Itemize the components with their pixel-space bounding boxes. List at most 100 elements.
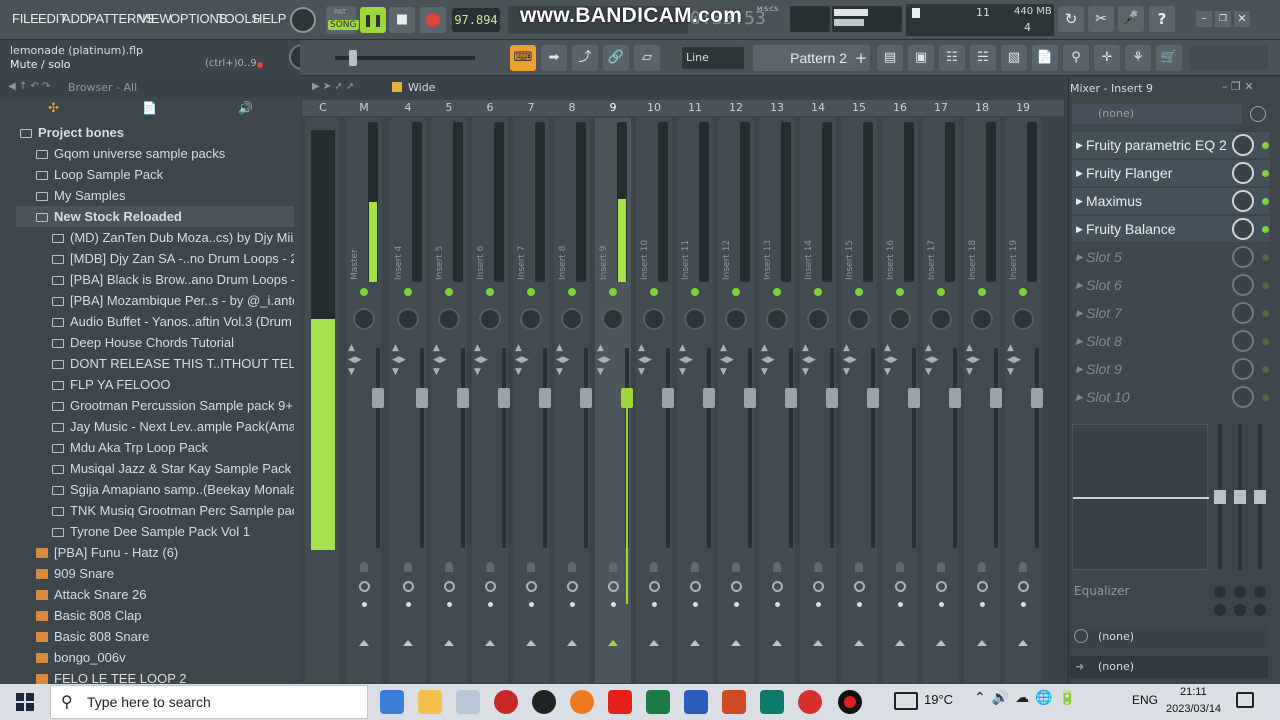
channel-name[interactable]: Insert 11 bbox=[681, 240, 691, 280]
slot-enable-led[interactable] bbox=[1262, 226, 1269, 233]
volume-fader-track[interactable] bbox=[912, 348, 916, 548]
route-arrow-icon[interactable] bbox=[772, 640, 782, 646]
powerpoint-icon[interactable] bbox=[722, 690, 746, 714]
snipping-tool-icon[interactable] bbox=[456, 690, 480, 714]
route-knob-icon[interactable] bbox=[731, 581, 742, 592]
typing-keyboard-icon[interactable]: ⌨ bbox=[510, 45, 536, 71]
stereo-separation-icon[interactable]: ▲ ◀▶ ▼ bbox=[597, 342, 611, 378]
link-icon[interactable]: 🔗 bbox=[603, 45, 629, 71]
pan-knob[interactable] bbox=[807, 308, 829, 330]
weather-icon[interactable] bbox=[894, 692, 918, 710]
taskbar-search[interactable]: ⚲ Type here to search bbox=[50, 685, 368, 719]
route-knob-icon[interactable] bbox=[485, 581, 496, 592]
eq-knobs[interactable] bbox=[1212, 584, 1268, 618]
mute-led[interactable] bbox=[445, 288, 453, 296]
route-knob-icon[interactable] bbox=[567, 581, 578, 592]
slot-expand-icon[interactable]: ▶ bbox=[1076, 160, 1083, 186]
volume-fader-track[interactable] bbox=[543, 348, 547, 548]
browser-folder-item[interactable]: TNK Musiq Grootman Perc Sample pack bbox=[16, 500, 294, 521]
bandicam-icon[interactable] bbox=[838, 690, 862, 714]
browser-folder-item[interactable]: My Samples bbox=[16, 185, 294, 206]
help-icon[interactable]: ? bbox=[1149, 6, 1175, 32]
stereo-separation-icon[interactable]: ▲ ◀▶ ▼ bbox=[802, 342, 816, 378]
route-knob-icon[interactable] bbox=[403, 581, 414, 592]
volume-fader-handle[interactable] bbox=[744, 388, 756, 408]
pan-knob[interactable] bbox=[971, 308, 993, 330]
channel-name[interactable]: Insert 13 bbox=[763, 240, 773, 280]
mute-led[interactable] bbox=[814, 288, 822, 296]
channel-name[interactable]: Insert 5 bbox=[435, 246, 445, 280]
pan-knob[interactable] bbox=[930, 308, 952, 330]
sidechain-icon[interactable] bbox=[855, 562, 863, 572]
channel-name[interactable]: Insert 6 bbox=[476, 246, 486, 280]
channel-name[interactable]: Insert 10 bbox=[640, 240, 650, 280]
mute-led[interactable] bbox=[568, 288, 576, 296]
close-button[interactable]: ✕ bbox=[1234, 11, 1250, 27]
browser-speaker-icon[interactable]: 🔊 bbox=[238, 101, 253, 115]
mute-led[interactable] bbox=[404, 288, 412, 296]
slot-expand-icon[interactable]: ▶ bbox=[1076, 244, 1083, 270]
slot-mix-knob[interactable] bbox=[1232, 246, 1254, 268]
record-arm-dot[interactable] bbox=[980, 602, 985, 607]
sidechain-icon[interactable] bbox=[1019, 562, 1027, 572]
record-arm-dot[interactable] bbox=[570, 602, 575, 607]
insert-input-clock-icon[interactable] bbox=[1250, 106, 1266, 122]
slot-mix-knob[interactable] bbox=[1232, 190, 1254, 212]
route-knob-icon[interactable] bbox=[895, 581, 906, 592]
browser-file-item[interactable]: Attack Snare 26 bbox=[16, 584, 294, 605]
slot-enable-led[interactable] bbox=[1262, 254, 1269, 261]
pattern-selector[interactable]: Pattern 2 bbox=[753, 45, 857, 71]
channel-name[interactable]: Insert 15 bbox=[845, 240, 855, 280]
play-button[interactable]: ❚❚ bbox=[360, 7, 386, 33]
stereo-separation-icon[interactable]: ▲ ◀▶ ▼ bbox=[720, 342, 734, 378]
route-arrow-icon[interactable] bbox=[895, 640, 905, 646]
playlist-icon[interactable]: ▤ bbox=[877, 45, 903, 71]
stereo-separation-icon[interactable]: ▲ ◀▶ ▼ bbox=[433, 342, 447, 378]
slot-enable-led[interactable] bbox=[1262, 310, 1269, 317]
channel-name[interactable]: Insert 17 bbox=[927, 240, 937, 280]
sidechain-icon[interactable] bbox=[486, 562, 494, 572]
windows-start-icon[interactable] bbox=[16, 693, 34, 711]
record-arm-dot[interactable] bbox=[775, 602, 780, 607]
stereo-separation-icon[interactable]: ▲ ◀▶ ▼ bbox=[761, 342, 775, 378]
stereo-separation-icon[interactable]: ▲ ◀▶ ▼ bbox=[925, 342, 939, 378]
weather-temp[interactable]: 19°C bbox=[924, 692, 953, 707]
volume-fader-handle[interactable] bbox=[949, 388, 961, 408]
mute-led[interactable] bbox=[360, 288, 368, 296]
volume-fader-track[interactable] bbox=[789, 348, 793, 548]
route-knob-icon[interactable] bbox=[608, 581, 619, 592]
volume-fader-track[interactable] bbox=[584, 348, 588, 548]
route-arrow-icon[interactable] bbox=[690, 640, 700, 646]
sidechain-icon[interactable] bbox=[404, 562, 412, 572]
pan-knob[interactable] bbox=[602, 308, 624, 330]
song-mode-toggle[interactable]: PAT SONG bbox=[326, 6, 359, 34]
browser-folder-item[interactable]: Gqom universe sample packs bbox=[16, 143, 294, 164]
sidechain-icon[interactable] bbox=[360, 562, 368, 572]
stereo-separation-icon[interactable]: ▲ ◀▶ ▼ bbox=[474, 342, 488, 378]
volume-fader-handle[interactable] bbox=[621, 388, 633, 408]
step-edit-icon[interactable]: ➡ bbox=[541, 45, 567, 71]
route-knob-icon[interactable] bbox=[526, 581, 537, 592]
record-arm-dot[interactable] bbox=[693, 602, 698, 607]
record-arm-dot[interactable] bbox=[857, 602, 862, 607]
tempo-display[interactable]: 97.894 bbox=[452, 8, 500, 32]
stereo-separation-icon[interactable]: ▲ ◀▶ ▼ bbox=[348, 342, 362, 378]
slot-enable-led[interactable] bbox=[1262, 282, 1269, 289]
volume-fader-handle[interactable] bbox=[416, 388, 428, 408]
route-arrow-icon[interactable] bbox=[444, 640, 454, 646]
sidechain-icon[interactable] bbox=[978, 562, 986, 572]
stop-button[interactable]: ■ bbox=[389, 7, 415, 33]
stereo-separation-icon[interactable]: ▲ ◀▶ ▼ bbox=[679, 342, 693, 378]
stereo-separation-icon[interactable]: ▲ ◀▶ ▼ bbox=[966, 342, 980, 378]
sidechain-icon[interactable] bbox=[609, 562, 617, 572]
browser-folder-item[interactable]: Loop Sample Pack bbox=[16, 164, 294, 185]
stereo-separation-icon[interactable]: ▲ ◀▶ ▼ bbox=[843, 342, 857, 378]
pan-knob[interactable] bbox=[479, 308, 501, 330]
route-knob-icon[interactable] bbox=[1018, 581, 1029, 592]
record-arm-dot[interactable] bbox=[406, 602, 411, 607]
slot-mix-knob[interactable] bbox=[1232, 330, 1254, 352]
browser-folder-item[interactable]: [MDB] Djy Zan SA -..no Drum Loops - 2022 bbox=[16, 248, 294, 269]
browser-folder-item[interactable]: Jay Music - Next Lev..ample Pack(Amapian… bbox=[16, 416, 294, 437]
browser-file-item[interactable]: Basic 808 Snare bbox=[16, 626, 294, 647]
browser-file-item[interactable]: 909 Snare bbox=[16, 563, 294, 584]
